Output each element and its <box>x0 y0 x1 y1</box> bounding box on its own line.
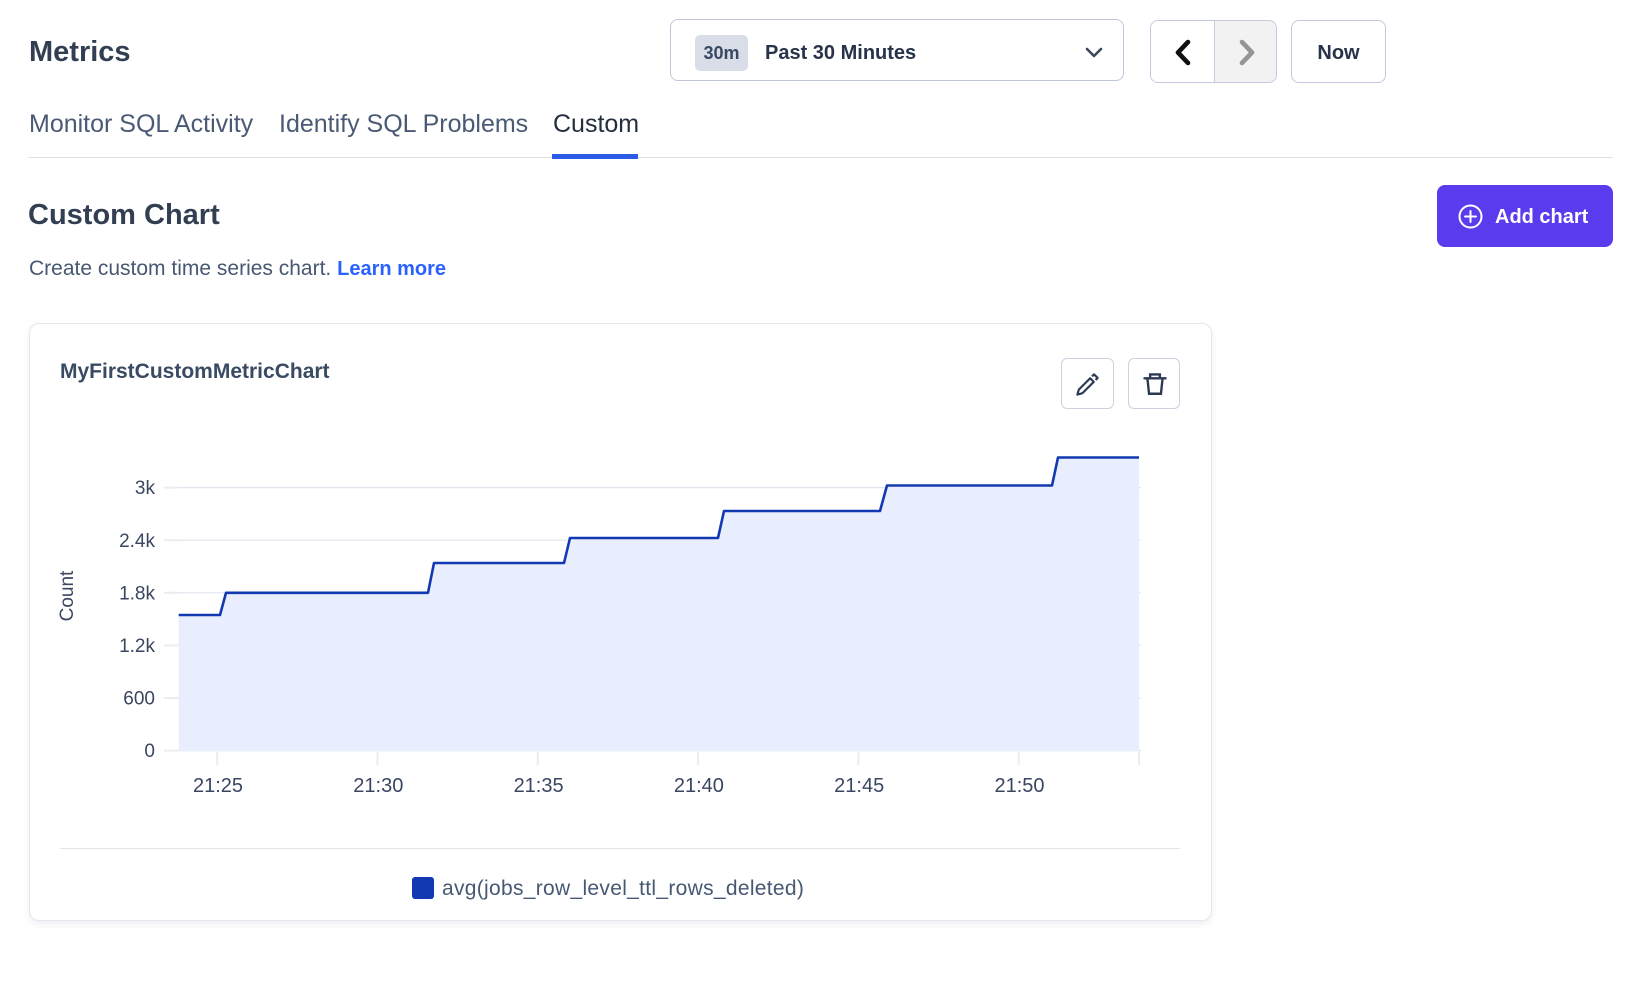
svg-text:1.8k: 1.8k <box>119 583 155 604</box>
svg-text:600: 600 <box>123 689 155 710</box>
svg-text:2.4k: 2.4k <box>119 531 155 552</box>
svg-text:0: 0 <box>144 741 155 762</box>
svg-text:21:30: 21:30 <box>353 775 403 797</box>
svg-text:21:35: 21:35 <box>514 775 564 797</box>
svg-text:21:45: 21:45 <box>834 775 884 797</box>
svg-text:21:40: 21:40 <box>674 775 724 797</box>
svg-text:21:50: 21:50 <box>994 775 1044 797</box>
svg-text:Count: Count <box>57 570 78 621</box>
svg-text:21:25: 21:25 <box>193 775 243 797</box>
svg-text:1.2k: 1.2k <box>119 636 155 657</box>
svg-text:avg(jobs_row_level_ttl_rows_de: avg(jobs_row_level_ttl_rows_deleted) <box>442 877 804 900</box>
svg-text:3k: 3k <box>135 478 156 499</box>
